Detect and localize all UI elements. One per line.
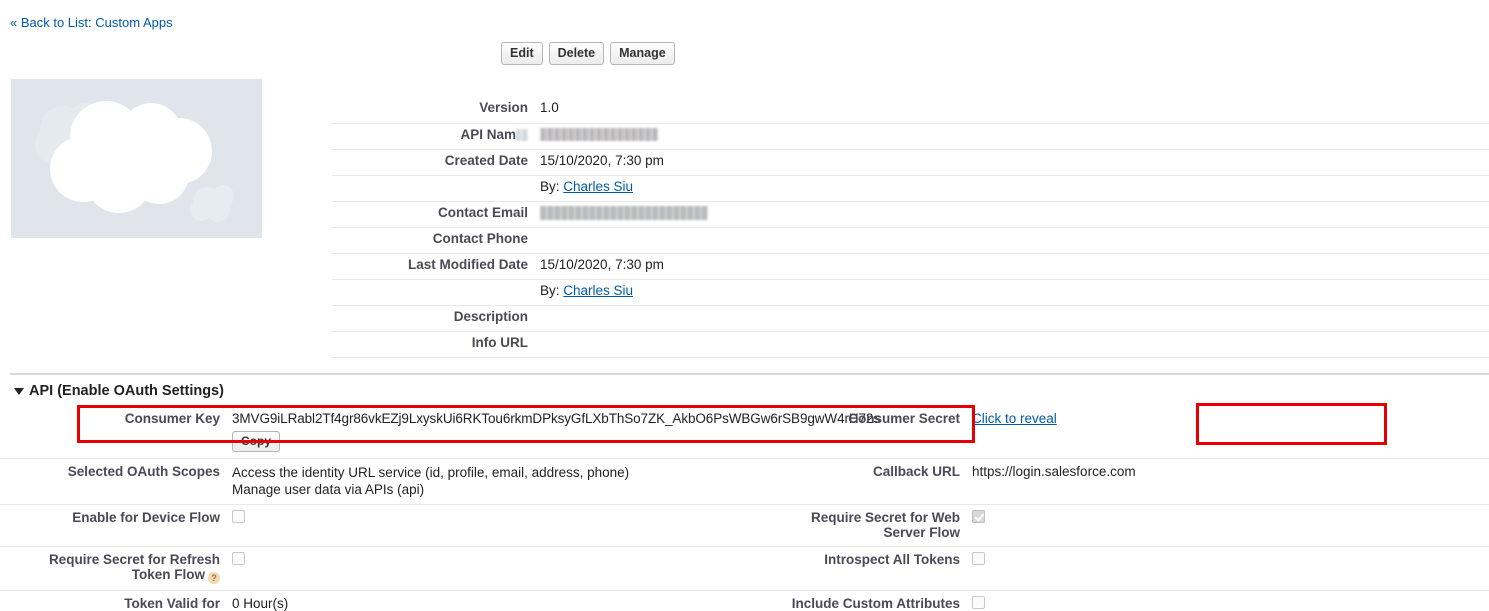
device-flow-checkbox[interactable] bbox=[232, 510, 245, 523]
row-device-flow-web-server-flow: Enable for Device Flow Require Secret fo… bbox=[0, 504, 1489, 547]
consumer-key-cell: 3MVG9iLRabl2Tf4gr86vkEZj9LxyskUi6RKTou6r… bbox=[232, 406, 880, 459]
section-divider bbox=[10, 373, 1489, 375]
field-value-redacted bbox=[540, 201, 1489, 228]
web-server-flow-label-line1: Require Secret for Web bbox=[810, 510, 960, 525]
field-label: Contact Phone bbox=[332, 227, 540, 254]
chevron-down-icon[interactable] bbox=[14, 387, 24, 395]
by-prefix: By: bbox=[540, 178, 560, 194]
refresh-token-label-line2: Token Flow bbox=[131, 567, 205, 582]
detail-row-contact-email: Contact Email bbox=[332, 201, 1489, 228]
redacted-label-fragment bbox=[516, 128, 528, 141]
api-settings-table: Consumer Key 3MVG9iLRabl2Tf4gr86vkEZj9Lx… bbox=[0, 406, 1489, 611]
edit-button[interactable]: Edit bbox=[501, 42, 543, 65]
callback-url-label: Callback URL bbox=[744, 458, 972, 505]
field-value: By: Charles Siu bbox=[540, 279, 1489, 306]
field-value: 15/10/2020, 7:30 pm bbox=[540, 253, 1489, 280]
custom-attributes-cell bbox=[972, 591, 1489, 611]
field-label: API Nam bbox=[332, 123, 540, 150]
cloud-logo-icon bbox=[35, 101, 234, 222]
consumer-key-value: 3MVG9iLRabl2Tf4gr86vkEZj9LxyskUi6RKTou6r… bbox=[232, 411, 880, 426]
app-detail-table: Version 1.0 API Nam Created Date 15/10/2… bbox=[332, 97, 1489, 358]
api-section-header[interactable]: API (Enable OAuth Settings) bbox=[14, 383, 224, 399]
field-label-text: API Nam bbox=[460, 126, 516, 142]
detail-row-contact-phone: Contact Phone bbox=[332, 227, 1489, 254]
field-label: Description bbox=[332, 305, 540, 332]
custom-attributes-checkbox[interactable] bbox=[972, 596, 985, 609]
field-value-redacted bbox=[540, 123, 1489, 150]
copy-consumer-key-button[interactable]: Copy bbox=[232, 431, 280, 452]
detail-row-version: Version 1.0 bbox=[332, 97, 1489, 124]
field-label: Last Modified Date bbox=[332, 253, 540, 280]
click-to-reveal-link[interactable]: Click to reveal bbox=[972, 411, 1057, 426]
refresh-token-cell bbox=[232, 546, 744, 591]
consumer-key-label: Consumer Key bbox=[0, 406, 232, 459]
device-flow-label: Enable for Device Flow bbox=[0, 504, 232, 547]
detail-row-api-name: API Nam bbox=[332, 123, 1489, 150]
field-label bbox=[332, 175, 540, 202]
help-icon[interactable]: ? bbox=[208, 572, 220, 584]
detail-row-modified-by: By: Charles Siu bbox=[332, 279, 1489, 306]
row-refresh-token-introspect: Require Secret for Refresh Token Flow? I… bbox=[0, 546, 1489, 591]
custom-attributes-label: Include Custom Attributes bbox=[791, 596, 960, 611]
refresh-token-flow-label: Require Secret for Refresh Token Flow? bbox=[0, 546, 232, 591]
web-server-flow-cell bbox=[972, 504, 1489, 547]
web-server-flow-checkbox[interactable] bbox=[972, 510, 985, 523]
field-value bbox=[540, 331, 1489, 358]
oauth-scopes-label: Selected OAuth Scopes bbox=[0, 458, 232, 505]
redacted-contact-email bbox=[540, 205, 708, 220]
modified-by-user-link[interactable]: Charles Siu bbox=[563, 283, 633, 298]
detail-row-description: Description bbox=[332, 305, 1489, 332]
api-section-title: API (Enable OAuth Settings) bbox=[29, 383, 224, 399]
introspect-tokens-cell bbox=[972, 546, 1489, 591]
field-label: Version bbox=[332, 97, 540, 124]
oauth-scope-item: Access the identity URL service (id, pro… bbox=[232, 465, 630, 480]
row-scopes-callback: Selected OAuth Scopes Access the identit… bbox=[0, 458, 1489, 505]
introspect-tokens-label: Introspect All Tokens bbox=[744, 546, 972, 591]
back-to-list-link[interactable]: « Back to List: Custom Apps bbox=[10, 15, 173, 30]
oauth-scope-item: Manage user data via APIs (api) bbox=[232, 482, 425, 497]
consumer-secret-cell: Click to reveal bbox=[972, 406, 1489, 459]
api-settings-grid: Consumer Key 3MVG9iLRabl2Tf4gr86vkEZj9Lx… bbox=[0, 406, 1489, 611]
field-label: Created Date bbox=[332, 149, 540, 176]
field-label: Contact Email bbox=[332, 201, 540, 228]
connected-app-detail-page: « Back to List: Custom Apps Edit Delete … bbox=[0, 0, 1489, 611]
created-by-user-link[interactable]: Charles Siu bbox=[563, 179, 633, 194]
field-value: By: Charles Siu bbox=[540, 175, 1489, 202]
row-token-valid-custom-attributes: Token Valid for 0 Hour(s) Include Custom… bbox=[0, 591, 1489, 611]
row-consumer-key-secret: Consumer Key 3MVG9iLRabl2Tf4gr86vkEZj9Lx… bbox=[0, 406, 1489, 459]
field-value bbox=[540, 227, 1489, 254]
detail-row-created-date: Created Date 15/10/2020, 7:30 pm bbox=[332, 149, 1489, 176]
refresh-token-label-line1: Require Secret for Refresh bbox=[48, 552, 220, 567]
field-value bbox=[540, 305, 1489, 332]
action-button-row: Edit Delete Manage bbox=[501, 42, 675, 65]
token-valid-label: Token Valid for bbox=[124, 596, 220, 611]
web-server-flow-label-line2: Server Flow bbox=[883, 525, 960, 540]
delete-button[interactable]: Delete bbox=[548, 42, 605, 65]
by-prefix: By: bbox=[540, 282, 560, 298]
field-value: 1.0 bbox=[540, 97, 1489, 124]
manage-button[interactable]: Manage bbox=[610, 42, 675, 65]
introspect-tokens-checkbox[interactable] bbox=[972, 552, 985, 565]
callback-url-value: https://login.salesforce.com bbox=[972, 458, 1489, 505]
device-flow-cell bbox=[232, 504, 744, 547]
field-label: Info URL bbox=[332, 331, 540, 358]
token-valid-value: 0 Hour(s) bbox=[232, 596, 289, 611]
web-server-flow-label: Require Secret for Web Server Flow bbox=[744, 504, 972, 547]
field-value: 15/10/2020, 7:30 pm bbox=[540, 149, 1489, 176]
detail-row-created-by: By: Charles Siu bbox=[332, 175, 1489, 202]
redacted-api-name bbox=[540, 128, 658, 142]
app-logo bbox=[11, 79, 262, 238]
field-label bbox=[332, 279, 540, 306]
detail-row-info-url: Info URL bbox=[332, 331, 1489, 358]
detail-row-last-modified-date: Last Modified Date 15/10/2020, 7:30 pm bbox=[332, 253, 1489, 280]
oauth-scopes-cell: Access the identity URL service (id, pro… bbox=[232, 458, 744, 505]
refresh-token-checkbox[interactable] bbox=[232, 552, 245, 565]
